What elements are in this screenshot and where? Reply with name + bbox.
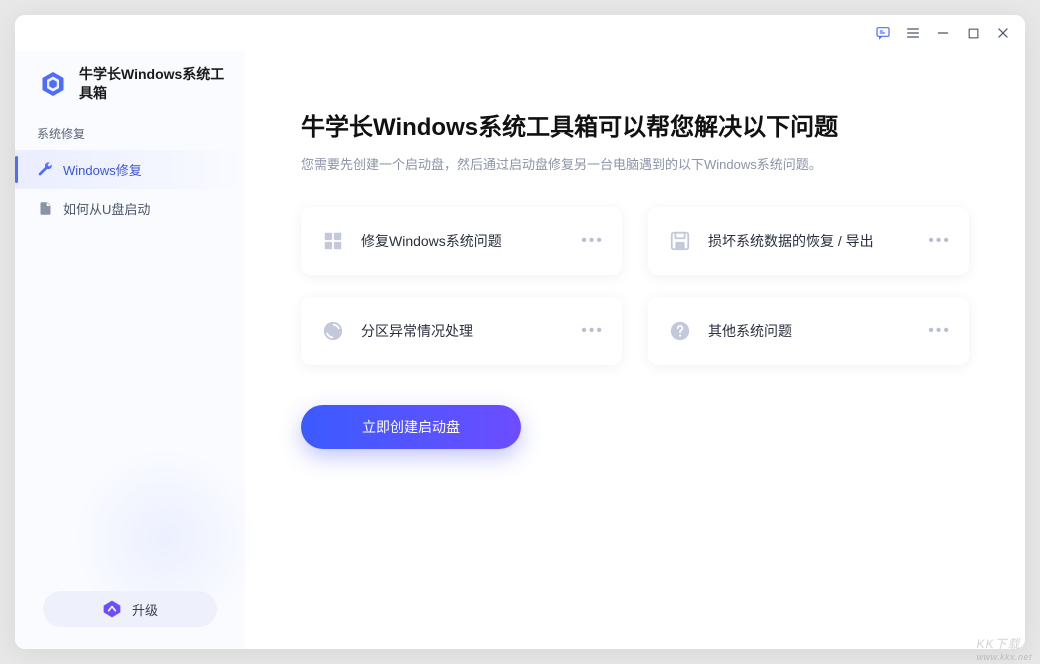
- rotate-icon: [319, 317, 347, 345]
- watermark: KK下载 www.kkx.net: [976, 635, 1032, 662]
- watermark-url: www.kkx.net: [976, 652, 1032, 662]
- card-label: 其他系统问题: [708, 321, 928, 341]
- sidebar-section-label: 系统修复: [15, 121, 245, 150]
- sidebar: 牛学长Windows系统工具箱 系统修复 Windows修复 如何从U盘启动: [15, 51, 245, 649]
- card-label: 修复Windows系统问题: [361, 231, 581, 251]
- watermark-text: KK下载: [976, 637, 1020, 651]
- upgrade-button[interactable]: 升级: [43, 591, 217, 627]
- wrench-icon: [37, 161, 53, 177]
- title-bar: [15, 15, 1025, 51]
- minimize-icon[interactable]: [935, 25, 951, 41]
- page-headline: 牛学长Windows系统工具箱可以帮您解决以下问题: [301, 107, 969, 142]
- sidebar-item-label: 如何从U盘启动: [63, 199, 150, 218]
- grid-icon: [319, 227, 347, 255]
- body: 牛学长Windows系统工具箱 系统修复 Windows修复 如何从U盘启动: [15, 51, 1025, 649]
- sidebar-item-usb-boot[interactable]: 如何从U盘启动: [15, 189, 245, 228]
- file-icon: [37, 200, 53, 216]
- save-icon: [666, 227, 694, 255]
- brand: 牛学长Windows系统工具箱: [15, 59, 245, 121]
- feedback-icon[interactable]: [875, 25, 891, 41]
- upgrade-label: 升级: [132, 600, 158, 619]
- menu-icon[interactable]: [905, 25, 921, 41]
- question-icon: [666, 317, 694, 345]
- more-icon[interactable]: •••: [928, 232, 951, 250]
- main-content: 牛学长Windows系统工具箱可以帮您解决以下问题 您需要先创建一个启动盘，然后…: [245, 51, 1025, 649]
- card-other[interactable]: 其他系统问题 •••: [648, 297, 969, 365]
- app-title: 牛学长Windows系统工具箱: [79, 65, 227, 103]
- card-repair-windows[interactable]: 修复Windows系统问题 •••: [301, 207, 622, 275]
- sidebar-item-label: Windows修复: [63, 160, 142, 179]
- more-icon[interactable]: •••: [928, 322, 951, 340]
- card-data-recovery[interactable]: 损坏系统数据的恢复 / 导出 •••: [648, 207, 969, 275]
- feature-cards: 修复Windows系统问题 ••• 损坏系统数据的恢复 / 导出 ••• 分区异…: [301, 207, 969, 365]
- more-icon[interactable]: •••: [581, 322, 604, 340]
- card-partition[interactable]: 分区异常情况处理 •••: [301, 297, 622, 365]
- maximize-icon[interactable]: [965, 25, 981, 41]
- card-label: 分区异常情况处理: [361, 321, 581, 341]
- more-icon[interactable]: •••: [581, 232, 604, 250]
- close-icon[interactable]: [995, 25, 1011, 41]
- card-label: 损坏系统数据的恢复 / 导出: [708, 231, 928, 251]
- sidebar-item-windows-repair[interactable]: Windows修复: [15, 150, 245, 189]
- create-boot-disk-button[interactable]: 立即创建启动盘: [301, 405, 521, 449]
- app-window: 牛学长Windows系统工具箱 系统修复 Windows修复 如何从U盘启动: [15, 15, 1025, 649]
- page-subtitle: 您需要先创建一个启动盘，然后通过启动盘修复另一台电脑遇到的以下Windows系统…: [301, 154, 969, 173]
- app-logo-icon: [37, 68, 69, 100]
- upgrade-icon: [102, 599, 122, 619]
